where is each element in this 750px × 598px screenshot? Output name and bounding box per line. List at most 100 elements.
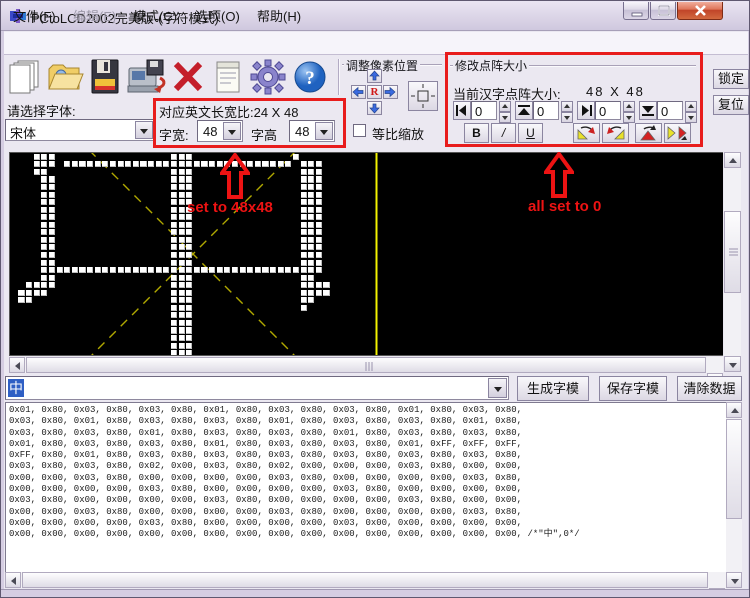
lit-pixel[interactable] xyxy=(179,214,185,220)
lit-pixel[interactable] xyxy=(163,161,169,167)
lit-pixel[interactable] xyxy=(18,290,24,296)
lit-pixel[interactable] xyxy=(186,154,192,160)
lit-pixel[interactable] xyxy=(316,237,322,243)
lit-pixel[interactable] xyxy=(118,161,124,167)
lit-pixel[interactable] xyxy=(301,192,307,198)
lit-pixel[interactable] xyxy=(171,350,177,356)
lit-pixel[interactable] xyxy=(323,282,329,288)
lit-pixel[interactable] xyxy=(179,297,185,303)
margin-right-spinner[interactable] xyxy=(623,101,635,123)
lit-pixel[interactable] xyxy=(49,275,55,281)
lit-pixel[interactable] xyxy=(64,161,70,167)
lit-pixel[interactable] xyxy=(217,267,223,273)
lit-pixel[interactable] xyxy=(41,161,47,167)
lit-pixel[interactable] xyxy=(179,312,185,318)
lit-pixel[interactable] xyxy=(163,267,169,273)
spin-down-icon[interactable] xyxy=(623,112,635,123)
lit-pixel[interactable] xyxy=(171,267,177,273)
lit-pixel[interactable] xyxy=(186,305,192,311)
lit-pixel[interactable] xyxy=(308,222,314,228)
lit-pixel[interactable] xyxy=(316,176,322,182)
open-file-button[interactable] xyxy=(46,58,84,96)
lit-pixel[interactable] xyxy=(179,343,185,349)
lit-pixel[interactable] xyxy=(316,199,322,205)
lit-pixel[interactable] xyxy=(186,222,192,228)
lit-pixel[interactable] xyxy=(179,252,185,258)
char-height-arrow[interactable] xyxy=(315,122,333,140)
lit-pixel[interactable] xyxy=(41,154,47,160)
lit-pixel[interactable] xyxy=(186,161,192,167)
lit-pixel[interactable] xyxy=(316,222,322,228)
lit-pixel[interactable] xyxy=(186,290,192,296)
canvas-vscrollbar[interactable] xyxy=(724,152,741,356)
font-combobox-arrow[interactable] xyxy=(135,121,153,139)
lit-pixel[interactable] xyxy=(171,244,177,250)
lit-pixel[interactable] xyxy=(49,199,55,205)
lit-pixel[interactable] xyxy=(171,327,177,333)
char-input-combobox[interactable]: 中 xyxy=(5,376,509,400)
lit-pixel[interactable] xyxy=(133,267,139,273)
lit-pixel[interactable] xyxy=(171,222,177,228)
scroll-left-button[interactable] xyxy=(5,572,21,588)
lit-pixel[interactable] xyxy=(179,176,185,182)
scroll-down-button[interactable] xyxy=(726,572,742,588)
lit-pixel[interactable] xyxy=(316,267,322,273)
lit-pixel[interactable] xyxy=(186,282,192,288)
hex-vscrollbar[interactable] xyxy=(726,402,742,572)
canvas-vscroll-thumb[interactable] xyxy=(724,211,741,293)
lit-pixel[interactable] xyxy=(110,267,116,273)
lit-pixel[interactable] xyxy=(262,161,268,167)
lit-pixel[interactable] xyxy=(308,297,314,303)
lit-pixel[interactable] xyxy=(301,176,307,182)
lit-pixel[interactable] xyxy=(301,222,307,228)
lit-pixel[interactable] xyxy=(301,282,307,288)
lit-pixel[interactable] xyxy=(79,161,85,167)
lit-pixel[interactable] xyxy=(171,305,177,311)
lit-pixel[interactable] xyxy=(34,290,40,296)
lit-pixel[interactable] xyxy=(41,176,47,182)
lit-pixel[interactable] xyxy=(209,161,215,167)
lit-pixel[interactable] xyxy=(293,267,299,273)
lit-pixel[interactable] xyxy=(308,176,314,182)
lit-pixel[interactable] xyxy=(49,229,55,235)
move-down-button[interactable] xyxy=(367,101,382,115)
margin-left-icon-button[interactable] xyxy=(453,101,471,120)
lit-pixel[interactable] xyxy=(186,267,192,273)
lit-pixel[interactable] xyxy=(41,222,47,228)
lit-pixel[interactable] xyxy=(316,244,322,250)
lit-pixel[interactable] xyxy=(209,267,215,273)
lit-pixel[interactable] xyxy=(171,320,177,326)
lit-pixel[interactable] xyxy=(186,350,192,356)
save-button[interactable] xyxy=(86,58,124,96)
lit-pixel[interactable] xyxy=(186,320,192,326)
underline-button[interactable]: U xyxy=(518,123,543,143)
lit-pixel[interactable] xyxy=(49,267,55,273)
margin-left-input[interactable]: 0 xyxy=(471,101,497,120)
lit-pixel[interactable] xyxy=(186,275,192,281)
lit-pixel[interactable] xyxy=(41,260,47,266)
lit-pixel[interactable] xyxy=(171,335,177,341)
spin-down-icon[interactable] xyxy=(685,112,697,123)
help-button[interactable]: ? xyxy=(291,58,329,96)
lit-pixel[interactable] xyxy=(34,282,40,288)
center-character-button[interactable] xyxy=(408,81,438,111)
menu-options[interactable]: 选项(O) xyxy=(191,5,244,26)
lit-pixel[interactable] xyxy=(301,275,307,281)
scroll-up-button[interactable] xyxy=(724,152,741,168)
lit-pixel[interactable] xyxy=(308,207,314,213)
lit-pixel[interactable] xyxy=(171,161,177,167)
lit-pixel[interactable] xyxy=(171,297,177,303)
lit-pixel[interactable] xyxy=(49,161,55,167)
lit-pixel[interactable] xyxy=(186,297,192,303)
lit-pixel[interactable] xyxy=(186,260,192,266)
lit-pixel[interactable] xyxy=(186,343,192,349)
lit-pixel[interactable] xyxy=(118,267,124,273)
hex-hscroll-thumb[interactable] xyxy=(22,572,708,588)
lit-pixel[interactable] xyxy=(255,267,261,273)
lit-pixel[interactable] xyxy=(140,161,146,167)
lit-pixel[interactable] xyxy=(95,161,101,167)
lit-pixel[interactable] xyxy=(270,161,276,167)
lit-pixel[interactable] xyxy=(262,267,268,273)
lit-pixel[interactable] xyxy=(79,267,85,273)
lit-pixel[interactable] xyxy=(41,214,47,220)
